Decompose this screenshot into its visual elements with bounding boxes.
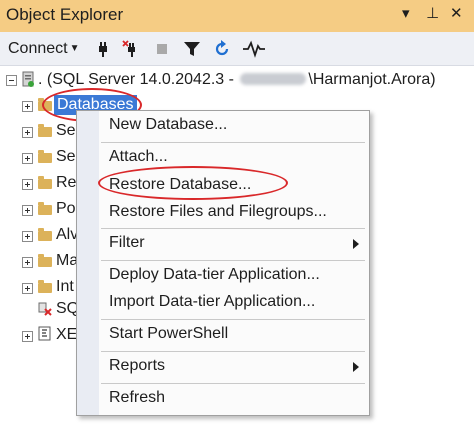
title-bar: Object Explorer ▾ ⊥ ✕: [0, 0, 474, 32]
xevent-profiler-icon: [38, 326, 51, 341]
server-icon: [22, 71, 34, 87]
server-label: . (SQL Server 14.0.2042.3 - \Harmanjot.A…: [38, 71, 436, 89]
expand-icon[interactable]: [22, 205, 33, 216]
folder-icon: [38, 150, 52, 163]
refresh-icon[interactable]: [213, 40, 231, 58]
toolbar: Connect ▼: [0, 32, 474, 66]
window-position-dropdown-icon[interactable]: ▾: [402, 4, 410, 22]
folder-icon: [38, 254, 52, 267]
folder-icon: [38, 228, 52, 241]
menu-item-start-powershell[interactable]: Start PowerShell: [109, 325, 228, 343]
expand-icon[interactable]: [22, 283, 33, 294]
menu-separator: [101, 228, 365, 229]
menu-item-refresh[interactable]: Refresh: [109, 389, 165, 407]
expand-icon[interactable]: [22, 153, 33, 164]
collapse-icon[interactable]: [6, 75, 17, 86]
menu-item-attach[interactable]: Attach...: [109, 148, 168, 166]
folder-icon: [38, 98, 52, 111]
expand-icon[interactable]: [22, 101, 33, 112]
connect-plug-icon[interactable]: [94, 40, 112, 58]
menu-separator: [101, 260, 365, 261]
submenu-arrow-icon: [353, 362, 359, 372]
tree-node-label: Re: [56, 174, 77, 191]
expand-icon[interactable]: [22, 127, 33, 138]
menu-item-new-database[interactable]: New Database...: [109, 116, 227, 134]
folder-icon: [38, 280, 52, 293]
menu-separator: [101, 351, 365, 352]
activity-monitor-icon[interactable]: [243, 40, 265, 58]
disconnect-plug-icon[interactable]: [122, 40, 140, 58]
redacted-host: [240, 73, 307, 85]
tree-node-label: Int: [56, 278, 74, 295]
pin-icon[interactable]: ⊥: [426, 4, 439, 22]
folder-icon: [38, 176, 52, 189]
tree-node-label: Se: [56, 122, 76, 139]
tree-node-label: Po: [56, 200, 76, 217]
server-label-suffix: \Harmanjot.Arora): [308, 71, 436, 88]
tree-node-label: Alv: [56, 226, 79, 243]
menu-separator: [101, 142, 365, 143]
menu-item-reports[interactable]: Reports: [109, 357, 165, 375]
expand-icon[interactable]: [22, 231, 33, 242]
tree-node-label: Se: [56, 148, 76, 165]
expand-icon[interactable]: [22, 257, 33, 268]
sql-agent-icon: [38, 302, 52, 316]
context-menu: New Database... Attach... Restore Databa…: [76, 110, 370, 416]
tree-node-label: Ma: [56, 252, 79, 269]
connect-button[interactable]: Connect ▼: [8, 40, 80, 58]
menu-item-restore-files-filegroups[interactable]: Restore Files and Filegroups...: [109, 203, 327, 221]
menu-item-import-data-tier[interactable]: Import Data-tier Application...: [109, 293, 315, 311]
folder-icon: [38, 202, 52, 215]
expand-icon[interactable]: [22, 179, 33, 190]
menu-item-filter[interactable]: Filter: [109, 234, 145, 252]
expand-icon[interactable]: [22, 331, 33, 342]
tree-node-label: XE: [56, 326, 78, 343]
close-icon[interactable]: ✕: [450, 4, 463, 22]
filter-icon[interactable]: [183, 40, 201, 58]
menu-item-restore-database[interactable]: Restore Database...: [109, 176, 251, 194]
connect-label: Connect: [8, 40, 68, 57]
stop-icon[interactable]: [153, 40, 171, 58]
menu-separator: [101, 383, 365, 384]
menu-item-deploy-data-tier[interactable]: Deploy Data-tier Application...: [109, 266, 320, 284]
menu-icon-gutter: [77, 111, 99, 415]
folder-icon: [38, 124, 52, 137]
submenu-arrow-icon: [353, 239, 359, 249]
server-label-prefix: . (SQL Server 14.0.2042.3 -: [38, 71, 239, 88]
panel-title: Object Explorer: [6, 5, 124, 24]
menu-separator: [101, 319, 365, 320]
chevron-down-icon: ▼: [69, 43, 80, 54]
